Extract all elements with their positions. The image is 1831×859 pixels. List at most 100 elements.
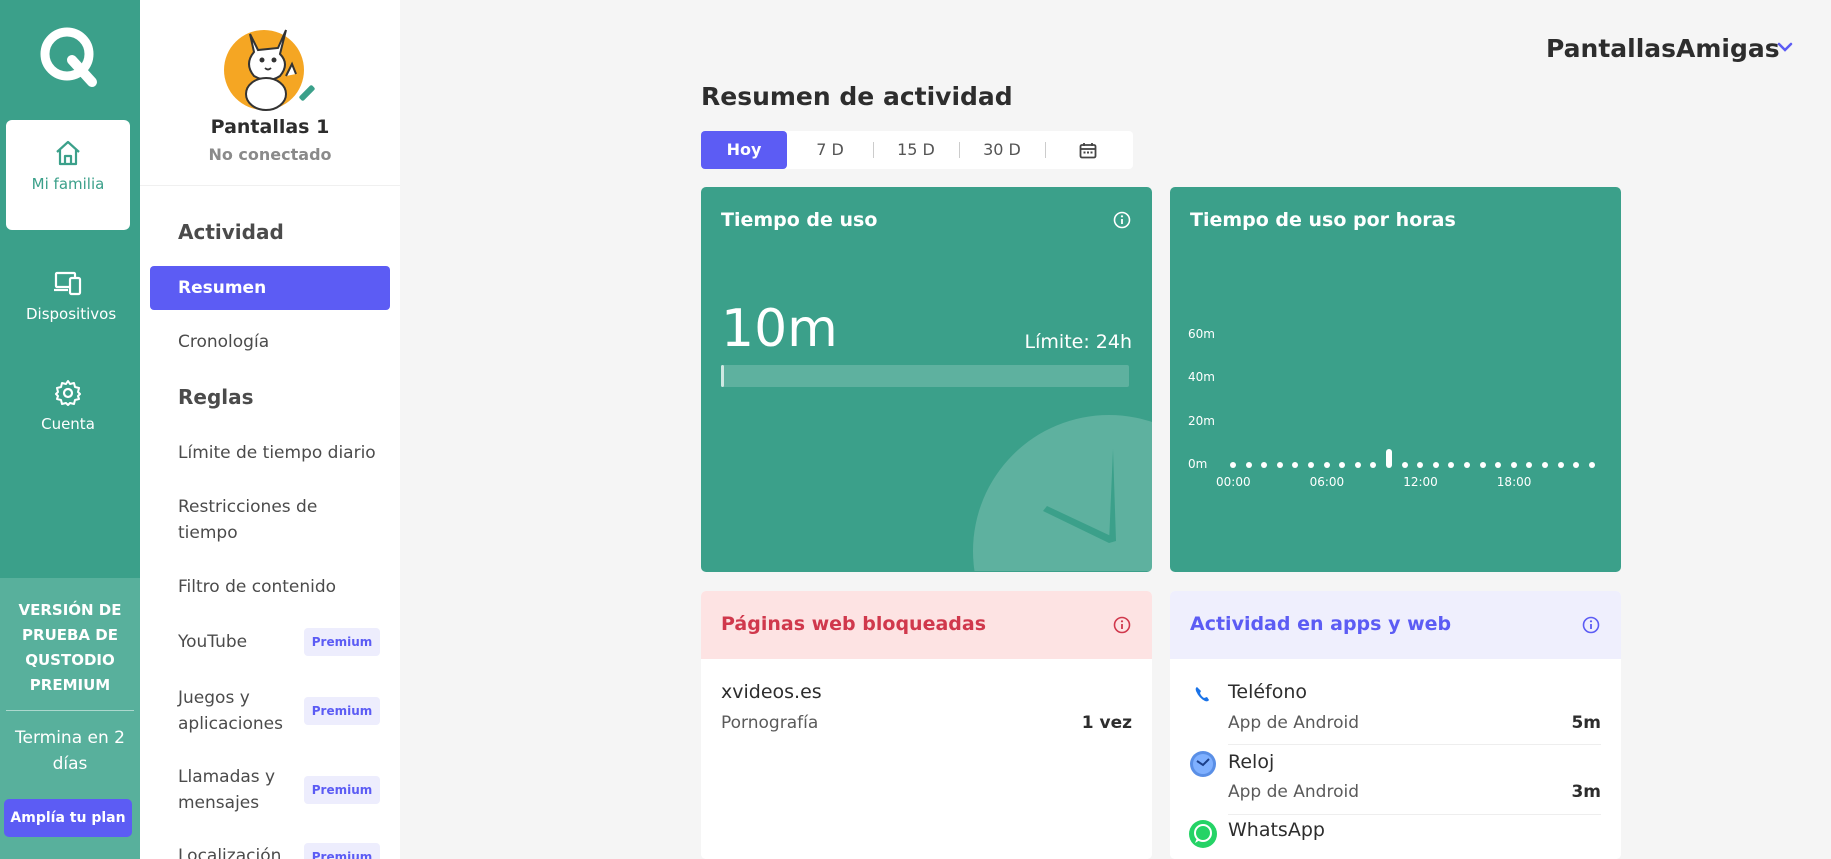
hourly-usage-card: Tiempo de uso por horas 60m 40m 20m 0m 00:00… xyxy=(1170,187,1621,572)
usage-progress-fill xyxy=(721,365,724,387)
hour-bar[interactable] xyxy=(1588,462,1595,468)
clock-illustration xyxy=(973,415,1152,571)
premium-badge: Premium xyxy=(304,628,380,656)
home-icon xyxy=(56,140,80,166)
y-tick-label: 40m xyxy=(1188,370,1215,385)
rail-item-label: Dispositivos xyxy=(26,305,117,323)
hour-bar[interactable] xyxy=(1401,462,1408,468)
info-icon[interactable] xyxy=(1113,211,1131,229)
sidebar-item-timeline[interactable]: Cronología xyxy=(150,329,390,355)
hour-bar[interactable] xyxy=(1448,462,1455,468)
section-title-activity: Actividad xyxy=(178,220,284,244)
hour-bar[interactable] xyxy=(1354,462,1361,468)
cat-avatar[interactable] xyxy=(220,14,324,114)
app-name[interactable]: Teléfono xyxy=(1228,681,1307,703)
hour-bar[interactable] xyxy=(1510,462,1517,468)
x-tick-label: 12:00 xyxy=(1403,475,1438,489)
usage-value: 10m xyxy=(721,299,838,359)
qustodio-logo[interactable] xyxy=(36,24,102,88)
app-type: App de Android xyxy=(1228,713,1359,733)
apps-activity-card: Actividad en apps y web Teléfono App de … xyxy=(1170,591,1621,859)
card-title: Páginas web bloqueadas xyxy=(721,613,987,635)
row-divider xyxy=(1228,814,1601,815)
hour-bar[interactable] xyxy=(1464,462,1470,468)
profile-sidebar: Pantallas 1 No conectado Actividad Resum… xyxy=(140,0,400,859)
premium-badge: Premium xyxy=(304,697,380,725)
whatsapp-icon xyxy=(1189,820,1217,848)
hour-bar[interactable] xyxy=(1230,462,1236,468)
period-tab-30d[interactable]: 30 D xyxy=(959,131,1045,169)
hour-bar[interactable] xyxy=(1479,462,1486,468)
trial-title: VERSIÓN DE PRUEBA DE QUSTODIO PREMIUM xyxy=(18,601,122,694)
x-tick-label: 18:00 xyxy=(1496,475,1532,489)
hour-bar[interactable] xyxy=(1292,462,1299,468)
usage-time-card: Tiempo de uso 10m Límite: 24h xyxy=(701,187,1152,572)
hour-bar[interactable] xyxy=(1417,462,1424,468)
hour-bar[interactable] xyxy=(1339,462,1346,468)
period-selector: Hoy 7 D 15 D 30 D xyxy=(701,131,1133,169)
rail-item-family[interactable]: Mi familia xyxy=(6,120,130,230)
premium-badge: Premium xyxy=(304,776,380,804)
period-tab-7d[interactable]: 7 D xyxy=(787,131,873,169)
hour-bar[interactable] xyxy=(1323,462,1330,468)
section-title-rules: Reglas xyxy=(178,385,254,409)
sidebar-item-games-apps[interactable]: Juegos y aplicaciones xyxy=(150,685,290,737)
info-icon[interactable] xyxy=(1582,616,1600,634)
hour-bar[interactable] xyxy=(1526,462,1533,468)
rail-item-account[interactable]: Cuenta xyxy=(6,360,130,470)
card-body: Teléfono App de Android 5m Reloj App de … xyxy=(1170,659,1621,859)
period-tab-today[interactable]: Hoy xyxy=(701,131,787,169)
trial-panel: VERSIÓN DE PRUEBA DE QUSTODIO PREMIUM Te… xyxy=(0,578,140,859)
card-title: Actividad en apps y web xyxy=(1190,613,1452,635)
hour-bar[interactable] xyxy=(1308,462,1314,468)
card-header: Páginas web bloqueadas xyxy=(701,591,1152,659)
profile-status: No conectado xyxy=(208,145,332,164)
rail-item-label: Cuenta xyxy=(41,415,95,433)
devices-icon xyxy=(54,271,82,296)
card-body: xvideos.es Pornografía 1 vez xyxy=(701,659,1152,859)
card-title: Tiempo de uso xyxy=(721,209,878,231)
sidebar-item-label: Llamadas y mensajes xyxy=(178,767,276,813)
hour-bar[interactable] xyxy=(1557,462,1564,468)
app-name[interactable]: WhatsApp xyxy=(1228,819,1325,841)
sidebar-item-calls-messages[interactable]: Llamadas y mensajes xyxy=(150,764,290,816)
y-tick-label: 0m xyxy=(1188,457,1208,471)
app-name[interactable]: Reloj xyxy=(1228,751,1274,773)
sidebar-item-content-filter[interactable]: Filtro de contenido xyxy=(150,574,390,600)
card-title: Tiempo de uso por horas xyxy=(1190,209,1456,231)
hour-bar[interactable] xyxy=(1370,462,1377,468)
y-tick-label: 60m xyxy=(1188,327,1215,341)
hour-bar[interactable] xyxy=(1432,462,1439,468)
sidebar-item-time-restrictions[interactable]: Restricciones de tiempo xyxy=(150,494,350,546)
rail-item-devices[interactable]: Dispositivos xyxy=(6,250,130,360)
usage-limit: Límite: 24h xyxy=(1024,331,1132,353)
hour-bar[interactable] xyxy=(1245,462,1252,468)
upgrade-plan-button[interactable]: Amplía tu plan xyxy=(4,799,132,837)
period-tab-15d[interactable]: 15 D xyxy=(873,131,959,169)
blocked-site-count: 1 vez xyxy=(1081,713,1132,733)
info-icon[interactable] xyxy=(1113,616,1131,634)
sidebar-divider xyxy=(140,185,400,186)
app-time: 3m xyxy=(1571,782,1601,802)
card-header: Actividad en apps y web xyxy=(1170,591,1621,659)
period-tab-calendar[interactable] xyxy=(1045,131,1131,169)
hour-bar[interactable] xyxy=(1495,462,1502,468)
calendar-icon xyxy=(1079,143,1097,159)
sidebar-item-daily-limit[interactable]: Límite de tiempo diario xyxy=(150,440,390,466)
blocked-site-name[interactable]: xvideos.es xyxy=(721,681,822,703)
sidebar-item-summary[interactable]: Resumen xyxy=(150,266,390,310)
hour-bar[interactable] xyxy=(1542,462,1548,468)
hour-bar[interactable] xyxy=(1276,462,1283,468)
blocked-websites-card: Páginas web bloqueadas xvideos.es Pornog… xyxy=(701,591,1152,859)
app-time: 5m xyxy=(1571,713,1601,733)
blocked-site-category: Pornografía xyxy=(721,713,819,733)
chevron-down-icon[interactable] xyxy=(1776,40,1794,54)
account-name[interactable]: PantallasAmigas xyxy=(1546,34,1780,63)
trial-ends-text: Termina en 2 días xyxy=(15,728,125,774)
hour-bar[interactable] xyxy=(1261,462,1268,468)
hour-bar[interactable] xyxy=(1573,462,1580,468)
rail-item-label: Mi familia xyxy=(31,175,105,193)
app-type: App de Android xyxy=(1228,782,1359,802)
hour-bar[interactable] xyxy=(1386,448,1392,468)
usage-progress-bar xyxy=(721,365,1129,387)
